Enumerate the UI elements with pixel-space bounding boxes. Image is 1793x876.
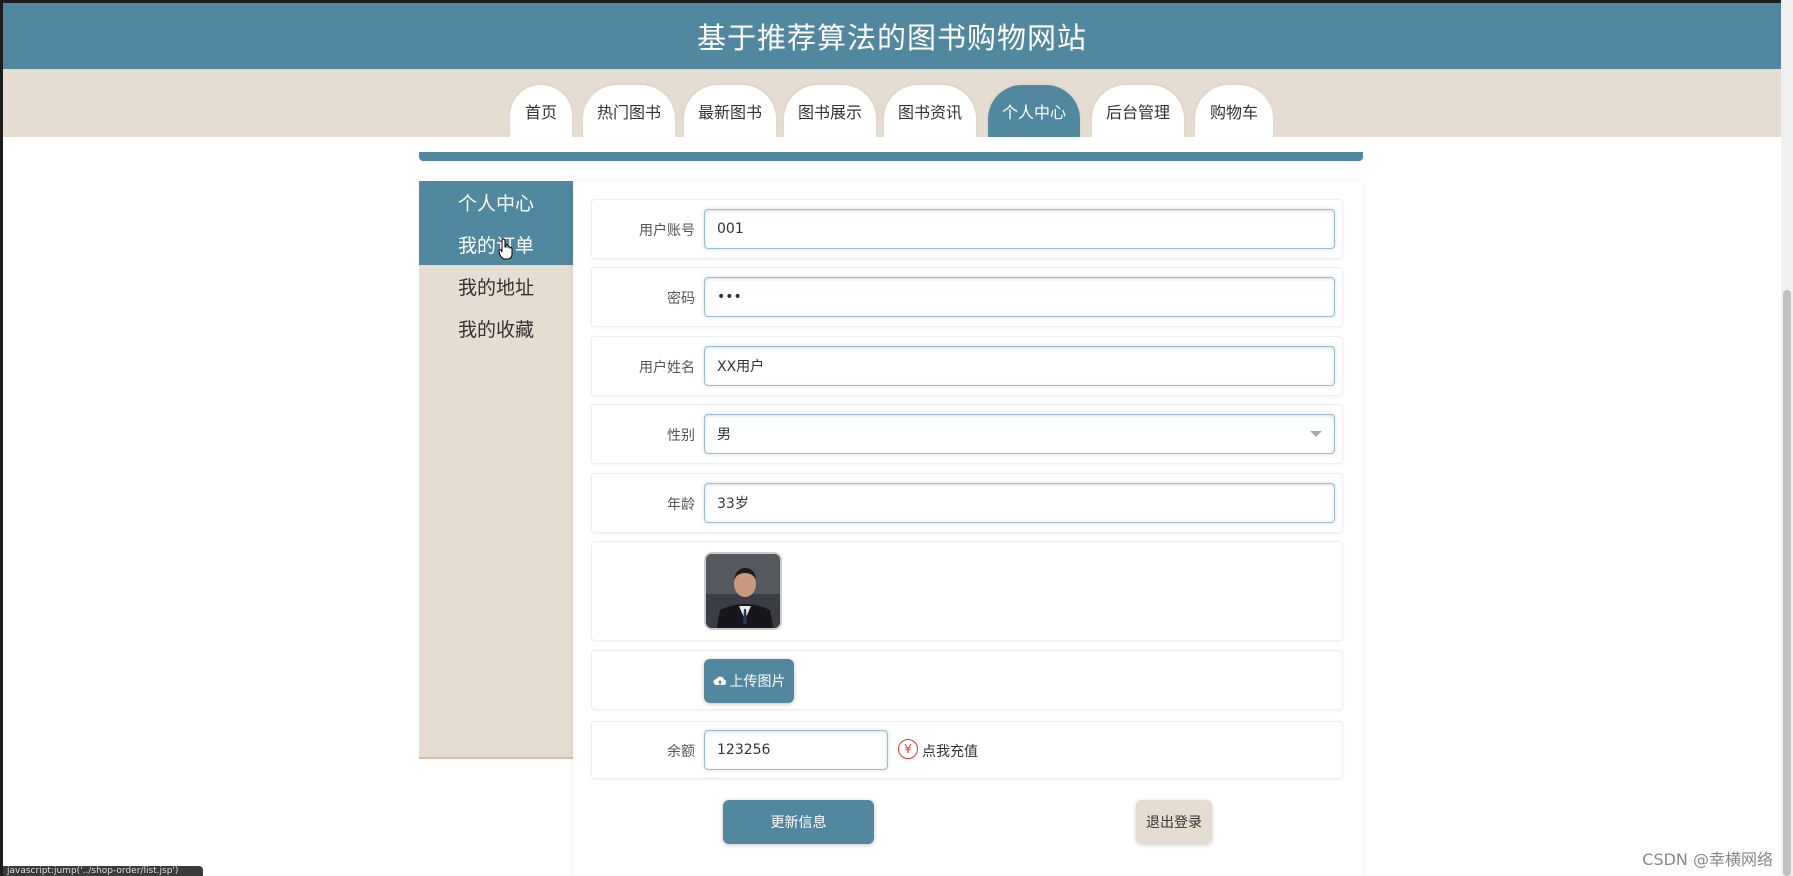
content-top-bar	[419, 152, 1363, 161]
sidebar-item-personal-center[interactable]: 个人中心	[419, 181, 573, 223]
upload-image-button[interactable]: 上传图片	[704, 659, 794, 703]
balance-input[interactable]: 123256	[704, 730, 888, 770]
profile-form: 用户账号 001 密码 ••• 用户姓名 XX用户 性别 男 年龄 33岁 上传…	[573, 181, 1363, 876]
tab-book-news[interactable]: 图书资讯	[884, 85, 976, 137]
tab-book-display[interactable]: 图书展示	[784, 85, 876, 137]
password-input[interactable]: •••	[704, 277, 1335, 317]
page: 基于推荐算法的图书购物网站 首页 热门图书 最新图书 图书展示 图书资讯 个人中…	[0, 0, 1793, 876]
sidebar-item-my-address[interactable]: 我的地址	[419, 265, 573, 307]
gender-label: 性别	[667, 428, 695, 444]
hand-cursor-icon	[498, 238, 513, 260]
site-header: 基于推荐算法的图书购物网站	[3, 3, 1781, 69]
tab-new-books[interactable]: 最新图书	[684, 85, 776, 137]
tab-admin[interactable]: 后台管理	[1092, 85, 1184, 137]
form-row-account: 用户账号 001	[591, 199, 1343, 259]
account-label: 用户账号	[639, 223, 695, 239]
avatar	[704, 552, 782, 630]
tab-hot-books[interactable]: 热门图书	[583, 85, 675, 137]
form-row-password: 密码 •••	[591, 267, 1343, 327]
tab-cart[interactable]: 购物车	[1195, 85, 1273, 137]
form-row-name: 用户姓名 XX用户	[591, 336, 1343, 396]
nav-bar: 首页 热门图书 最新图书 图书展示 图书资讯 个人中心 后台管理 购物车	[3, 69, 1781, 137]
logout-button[interactable]: 退出登录	[1136, 800, 1212, 844]
balance-label: 余额	[667, 744, 695, 760]
sidebar: 个人中心 我的订单 我的地址 我的收藏	[419, 181, 573, 759]
update-info-button[interactable]: 更新信息	[723, 800, 874, 844]
gender-select-value: 男	[717, 427, 731, 443]
password-label: 密码	[667, 291, 695, 307]
form-row-gender: 性别 男	[591, 404, 1343, 464]
tab-home[interactable]: 首页	[510, 85, 572, 137]
tab-personal-center[interactable]: 个人中心	[988, 85, 1080, 137]
form-row-upload: 上传图片	[591, 650, 1343, 710]
form-row-avatar	[591, 541, 1343, 641]
site-title: 基于推荐算法的图书购物网站	[696, 21, 1087, 55]
yuan-icon[interactable]: ¥	[898, 739, 918, 759]
chevron-down-icon	[1310, 431, 1322, 437]
age-input[interactable]: 33岁	[704, 483, 1335, 523]
recharge-link[interactable]: 点我充值	[922, 741, 978, 761]
name-input[interactable]: XX用户	[704, 346, 1335, 386]
upload-image-label: 上传图片	[729, 674, 786, 690]
form-row-age: 年龄 33岁	[591, 473, 1343, 533]
watermark: CSDN @幸横网络	[1642, 850, 1773, 869]
sidebar-item-my-favorites[interactable]: 我的收藏	[419, 307, 573, 349]
gender-select[interactable]: 男	[704, 414, 1335, 454]
cloud-upload-icon	[713, 676, 726, 685]
name-label: 用户姓名	[639, 360, 695, 376]
sidebar-item-my-orders[interactable]: 我的订单	[419, 223, 573, 265]
age-label: 年龄	[667, 497, 695, 513]
account-input[interactable]: 001	[704, 209, 1335, 249]
status-bar-url: javascript:jump('../shop-order/list.jsp'…	[3, 866, 203, 876]
form-row-balance: 余额 123256 ¥ 点我充值	[591, 721, 1343, 779]
scrollbar-thumb[interactable]	[1783, 290, 1791, 876]
